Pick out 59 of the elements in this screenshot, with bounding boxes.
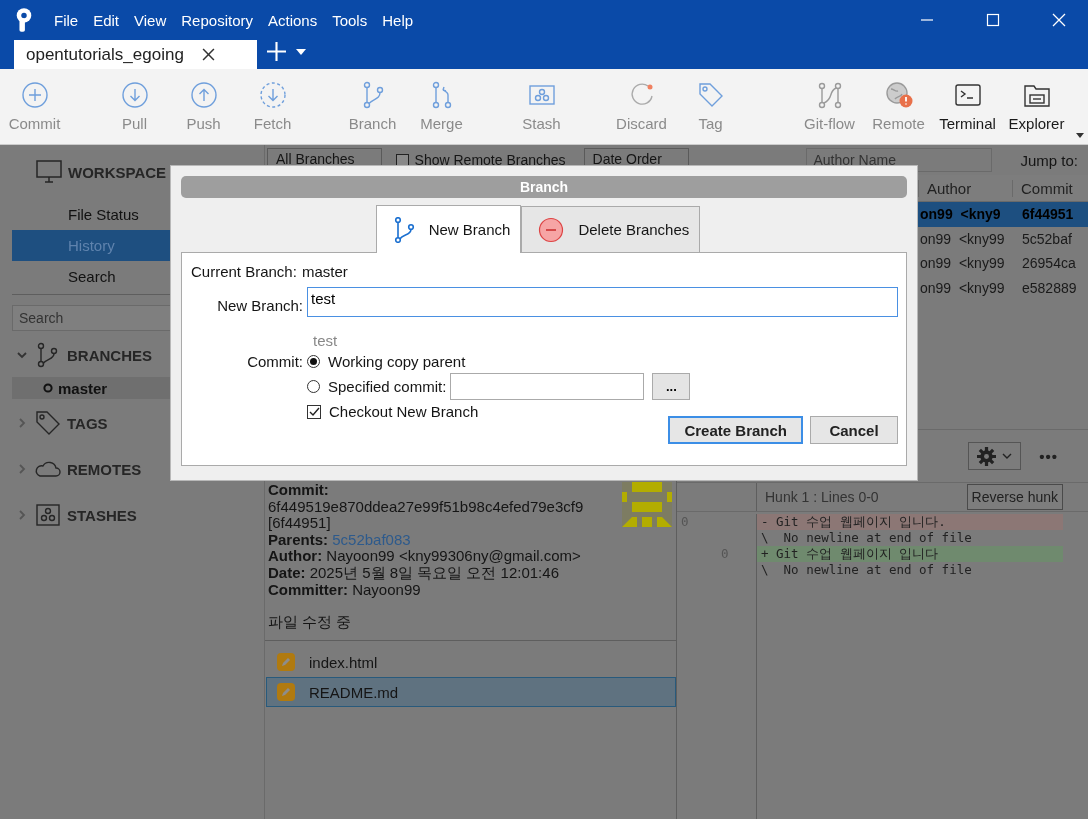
field-label: Commit: — [247, 353, 303, 370]
table-cell-text: 6f44951 — [1021, 206, 1075, 223]
more-button[interactable]: ••• — [1039, 447, 1058, 465]
section-header[interactable]: TAGS — [67, 414, 108, 432]
field-value: Nayoon99 <kny99306ny@gmail.com> — [326, 547, 581, 565]
commit-radio[interactable]: Specified commit: — [307, 378, 447, 395]
file-row[interactable]: README.md — [266, 677, 676, 707]
file-row[interactable]: index.html — [266, 647, 676, 677]
section-header[interactable]: REMOTES — [67, 460, 142, 478]
field-label: Current Branch: — [191, 263, 297, 282]
hunk-title: Hunk 1 : Lines 0-0 — [764, 489, 880, 505]
commit-radio[interactable]: Working copy parent — [307, 353, 466, 370]
menu-item[interactable]: Edit — [93, 11, 120, 29]
author-search-field[interactable]: Author Name — [806, 148, 993, 172]
current-branch-name: master — [301, 263, 348, 282]
table-cell-text: 26954ca — [1021, 255, 1077, 272]
table-cell-text: on99 <kny99 — [919, 255, 1006, 272]
menu-item[interactable]: Repository — [181, 11, 253, 29]
section-header: WORKSPACE — [68, 163, 167, 181]
section-header[interactable]: STASHES — [67, 506, 137, 524]
field-value: 2025년 5월 8일 목요일 오전 12:01:46 — [309, 563, 559, 581]
reverse-hunk-button[interactable]: Reverse hunk — [966, 484, 1063, 510]
commit-message: 파일 수정 중 — [268, 614, 353, 631]
dialog-button[interactable]: Cancel — [810, 416, 898, 444]
dialog-button[interactable]: Create Branch — [668, 416, 803, 444]
repository-tab[interactable]: opentutorials_egoing — [14, 40, 257, 69]
table-cell-text: e582889 — [1021, 279, 1078, 296]
short-hash: [6f44951] — [268, 515, 332, 532]
browse-button[interactable]: ... — [652, 373, 691, 400]
table-cell-text: on99 <kny99 — [919, 279, 1006, 296]
field-label: Author: — [268, 547, 323, 565]
menu-item[interactable]: File — [54, 11, 79, 29]
column-header[interactable]: Commit — [1012, 179, 1088, 197]
toolbar-button[interactable]: Explorer — [1002, 81, 1071, 132]
commit-hash: 6f449519e870ddea27e99f51b98c4efed79e3cf9 — [268, 498, 585, 516]
dialog-title: Branch — [181, 176, 907, 198]
dialog-tab[interactable]: Delete Branches — [521, 206, 701, 252]
dialog-tab[interactable]: New Branch — [375, 205, 522, 253]
branch-name-field[interactable]: test — [307, 287, 898, 317]
field-label: Date: — [268, 563, 306, 581]
table-cell-text: on99 <kny99 — [919, 230, 1006, 247]
table-cell-text: on99 <kny9 — [919, 206, 1002, 223]
field-value: Nayoon99 — [352, 580, 421, 598]
menu-item[interactable]: Actions — [268, 11, 318, 29]
toolbar-button[interactable]: Terminal — [933, 81, 1002, 132]
section-header[interactable]: BRANCHES — [67, 346, 152, 364]
field-label: Committer: — [268, 580, 348, 598]
diff-line: \ No newline at end of file — [760, 530, 973, 546]
checkout-checkbox[interactable]: Checkout New Branch — [307, 403, 479, 420]
tab-label: opentutorials_egoing — [26, 44, 184, 65]
table-cell-text: 5c52baf — [1021, 230, 1073, 247]
commit-label: Commit: — [268, 482, 330, 499]
menu-item[interactable]: Tools — [332, 11, 368, 29]
diff-line: \ No newline at end of file — [760, 562, 973, 578]
field-label: Parents: — [268, 530, 329, 548]
menu-item[interactable]: View — [134, 11, 167, 29]
menu-item[interactable]: Help — [382, 11, 414, 29]
branch-preview: test — [312, 331, 338, 349]
jump-label: Jump to: — [1020, 151, 1078, 169]
